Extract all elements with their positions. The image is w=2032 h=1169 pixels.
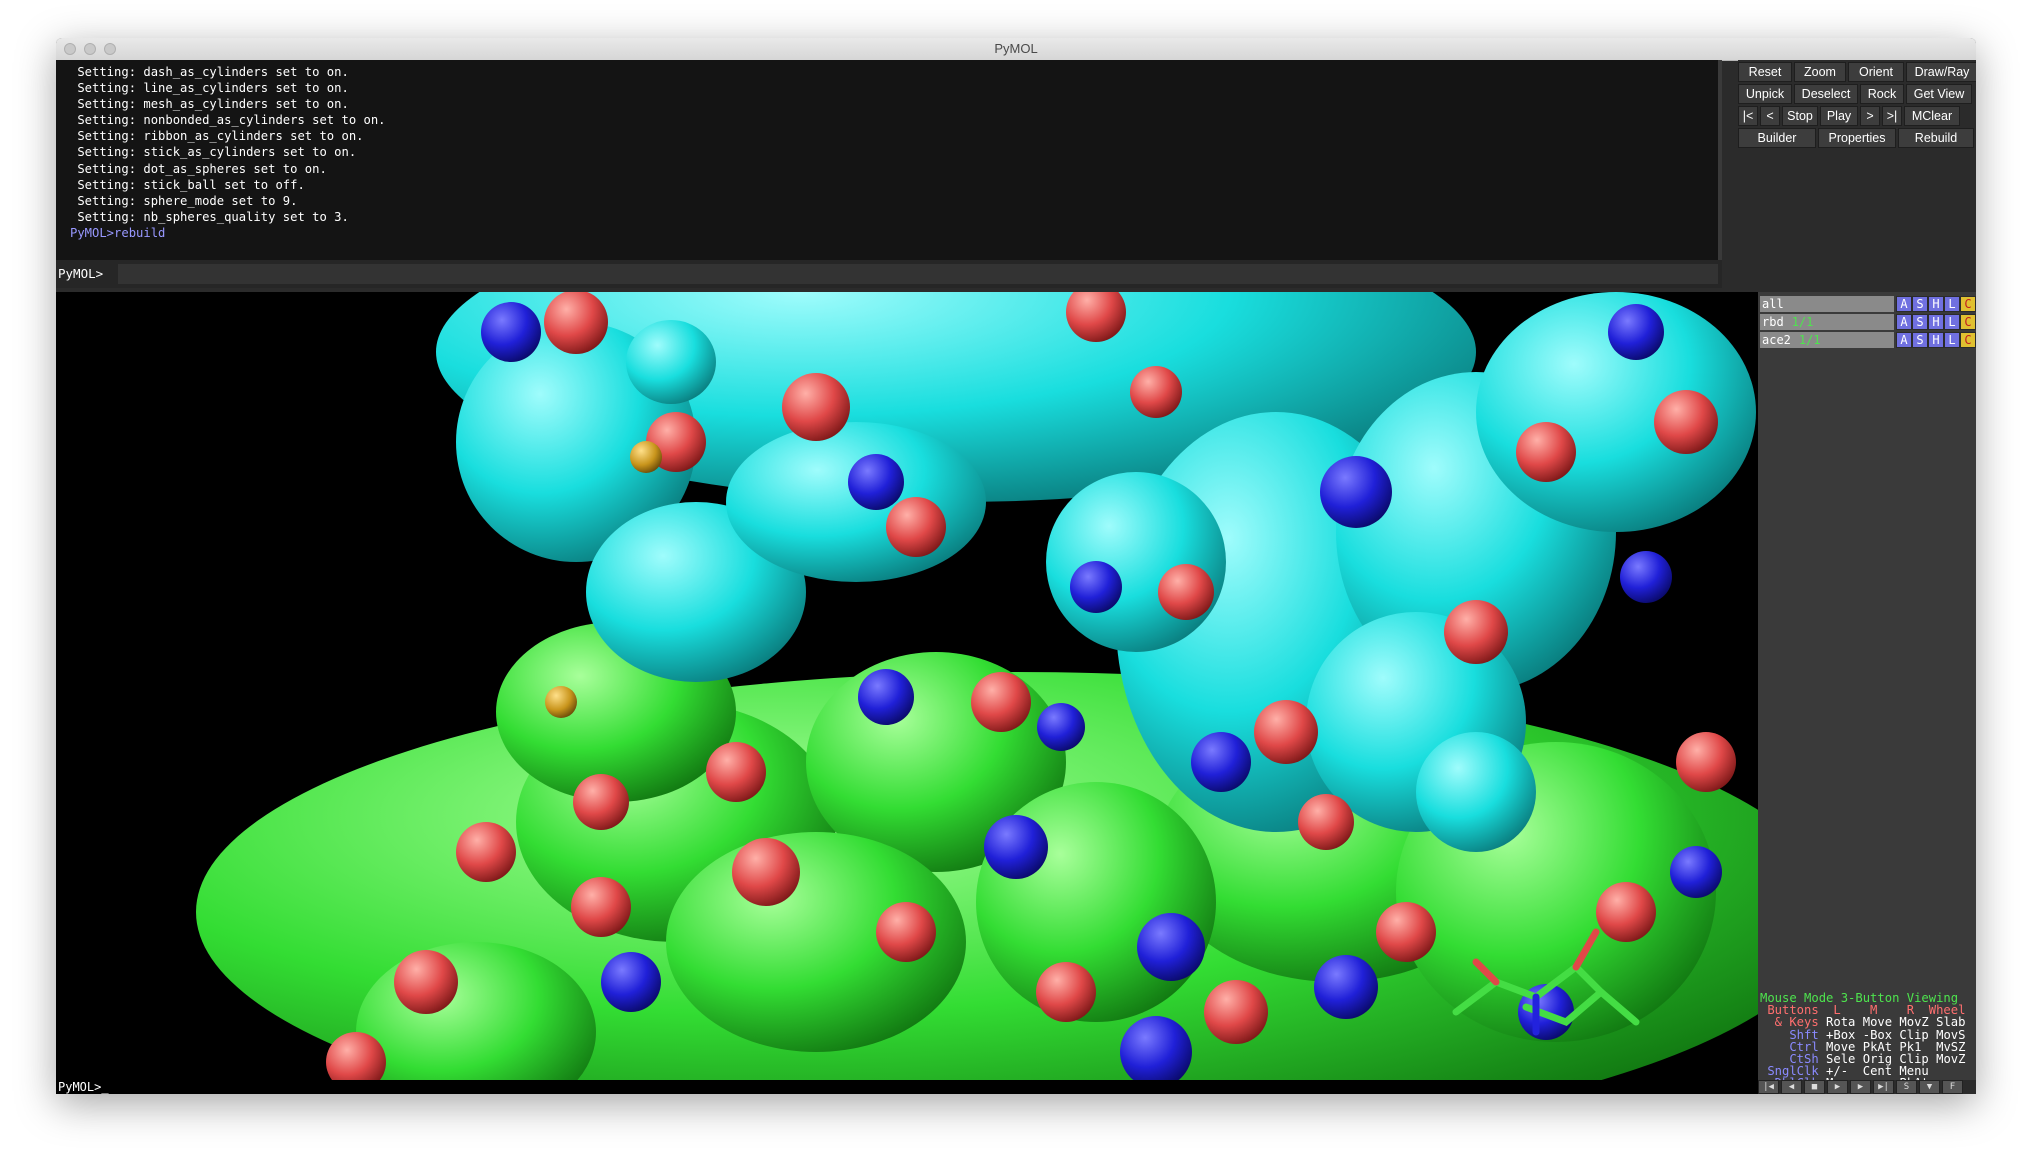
rebuild-button[interactable]: Rebuild <box>1898 128 1974 148</box>
control-buttons: Reset Zoom Orient Draw/Ray Unpick Deselect Ro… <box>1738 60 1976 288</box>
object-name-all[interactable]: all <box>1760 296 1894 312</box>
object-name-ace2[interactable]: ace2 1/1 <box>1760 332 1894 348</box>
stop-button[interactable]: Stop <box>1782 106 1818 126</box>
object-state: 1/1 <box>1798 333 1821 347</box>
console-last-command: PyMOL>rebuild <box>70 225 166 240</box>
console-line: Setting: nb_spheres_quality set to 3. <box>70 209 349 224</box>
object-row-rbd: rbd 1/1 A S H L C <box>1760 314 1976 330</box>
button-row-4: Builder Properties Rebuild <box>1738 128 1976 148</box>
object-all-l-button[interactable]: L <box>1944 296 1960 312</box>
console-line: Setting: dash_as_cylinders set to on. <box>70 65 349 79</box>
movie-step-back-button[interactable]: ◀ <box>1781 1080 1802 1094</box>
orient-button[interactable]: Orient <box>1848 62 1904 82</box>
object-label: all <box>1762 297 1784 311</box>
object-ace2-h-button[interactable]: H <box>1928 332 1944 348</box>
object-row-ace2: ace2 1/1 A S H L C <box>1760 332 1976 348</box>
console-line: Setting: line_as_cylinders set to on. <box>70 81 349 96</box>
object-all-a-button[interactable]: A <box>1896 296 1912 312</box>
movie-rewind-button[interactable]: |◀ <box>1758 1080 1779 1094</box>
properties-button[interactable]: Properties <box>1818 128 1896 148</box>
forward-button[interactable]: > <box>1860 106 1880 126</box>
movie-controls: |◀ ◀ ■ ▶ ▶ ▶| S ▼ F <box>1758 1080 1976 1094</box>
object-ace2-s-button[interactable]: S <box>1912 332 1928 348</box>
console-line: Setting: stick_ball set to off. <box>70 177 305 192</box>
rewind-button[interactable]: |< <box>1738 106 1758 126</box>
object-ace2-a-button[interactable]: A <box>1896 332 1912 348</box>
console-line: Setting: stick_as_cylinders set to on. <box>70 145 357 160</box>
button-row-2: Unpick Deselect Rock Get View <box>1738 84 1974 104</box>
console-line: Setting: sphere_mode set to 9. <box>70 193 298 208</box>
movie-step-forward-button[interactable]: ▶ <box>1850 1080 1871 1094</box>
rock-button[interactable]: Rock <box>1860 84 1904 104</box>
object-label: rbd <box>1762 315 1784 329</box>
console-line: Setting: ribbon_as_cylinders set to on. <box>70 129 364 144</box>
console-line: Setting: mesh_as_cylinders set to on. <box>70 97 349 112</box>
movie-scene-button[interactable]: S <box>1896 1080 1917 1094</box>
object-rbd-s-button[interactable]: S <box>1912 314 1928 330</box>
object-all-c-button[interactable]: C <box>1960 296 1976 312</box>
movie-play-button[interactable]: ▶ <box>1827 1080 1848 1094</box>
movie-stop-button[interactable]: ■ <box>1804 1080 1825 1094</box>
command-bar: PyMOL> <box>56 260 1722 288</box>
object-label: ace2 <box>1762 333 1791 347</box>
unpick-button[interactable]: Unpick <box>1738 84 1792 104</box>
status-prompt: PyMOL>_ <box>58 1080 109 1094</box>
object-state: 1/1 <box>1791 315 1814 329</box>
surface-render <box>196 292 1758 1080</box>
console-line: Setting: dot_as_spheres set to on. <box>70 161 327 176</box>
movie-menu-button[interactable]: ▼ <box>1919 1080 1940 1094</box>
object-all-h-button[interactable]: H <box>1928 296 1944 312</box>
window-title: PyMOL <box>994 41 1038 56</box>
play-button[interactable]: Play <box>1820 106 1858 126</box>
status-bar: PyMOL>_ <box>56 1080 1758 1094</box>
pymol-window: PyMOL Setting: dash_as_cylinders set to … <box>56 38 1976 1094</box>
object-ace2-c-button[interactable]: C <box>1960 332 1976 348</box>
object-panel: all A S H L Crbd 1/1 A S H L Cace2 1/1 A S H L C Mouse Mo… <box>1758 292 1976 1094</box>
object-rbd-h-button[interactable]: H <box>1928 314 1944 330</box>
get-view-button[interactable]: Get View <box>1906 84 1972 104</box>
draw-ray-button[interactable]: Draw/Ray <box>1906 62 1976 82</box>
button-row-3: |< < Stop Play > >| MClear <box>1738 106 1962 126</box>
end-button[interactable]: >| <box>1882 106 1902 126</box>
console-output: Setting: dash_as_cylinders set to on. Se… <box>70 64 386 241</box>
builder-button[interactable]: Builder <box>1738 128 1816 148</box>
output-console: Setting: dash_as_cylinders set to on. Se… <box>56 60 1722 288</box>
button-row-1: Reset Zoom Orient Draw/Ray <box>1738 62 1976 82</box>
movie-fullscreen-button[interactable]: F <box>1942 1080 1963 1094</box>
deselect-button[interactable]: Deselect <box>1794 84 1858 104</box>
molecular-viewport[interactable] <box>56 292 1758 1080</box>
object-ace2-l-button[interactable]: L <box>1944 332 1960 348</box>
back-button[interactable]: < <box>1760 106 1780 126</box>
object-rbd-l-button[interactable]: L <box>1944 314 1960 330</box>
object-rbd-a-button[interactable]: A <box>1896 314 1912 330</box>
mouse-mode-panel: Mouse Mode 3-Button Viewing Buttons L M … <box>1760 992 1965 1094</box>
object-all-s-button[interactable]: S <box>1912 296 1928 312</box>
title-bar: PyMOL <box>56 38 1976 61</box>
console-line: Setting: nonbonded_as_cylinders set to o… <box>70 113 386 128</box>
mclear-button[interactable]: MClear <box>1904 106 1960 126</box>
zoom-button[interactable]: Zoom <box>1794 62 1846 82</box>
object-rbd-c-button[interactable]: C <box>1960 314 1976 330</box>
object-row-all: all A S H L C <box>1760 296 1976 312</box>
object-name-rbd[interactable]: rbd 1/1 <box>1760 314 1894 330</box>
command-input[interactable] <box>118 264 1718 284</box>
reset-button[interactable]: Reset <box>1738 62 1792 82</box>
movie-end-button[interactable]: ▶| <box>1873 1080 1894 1094</box>
command-prompt-label: PyMOL> <box>58 266 104 281</box>
